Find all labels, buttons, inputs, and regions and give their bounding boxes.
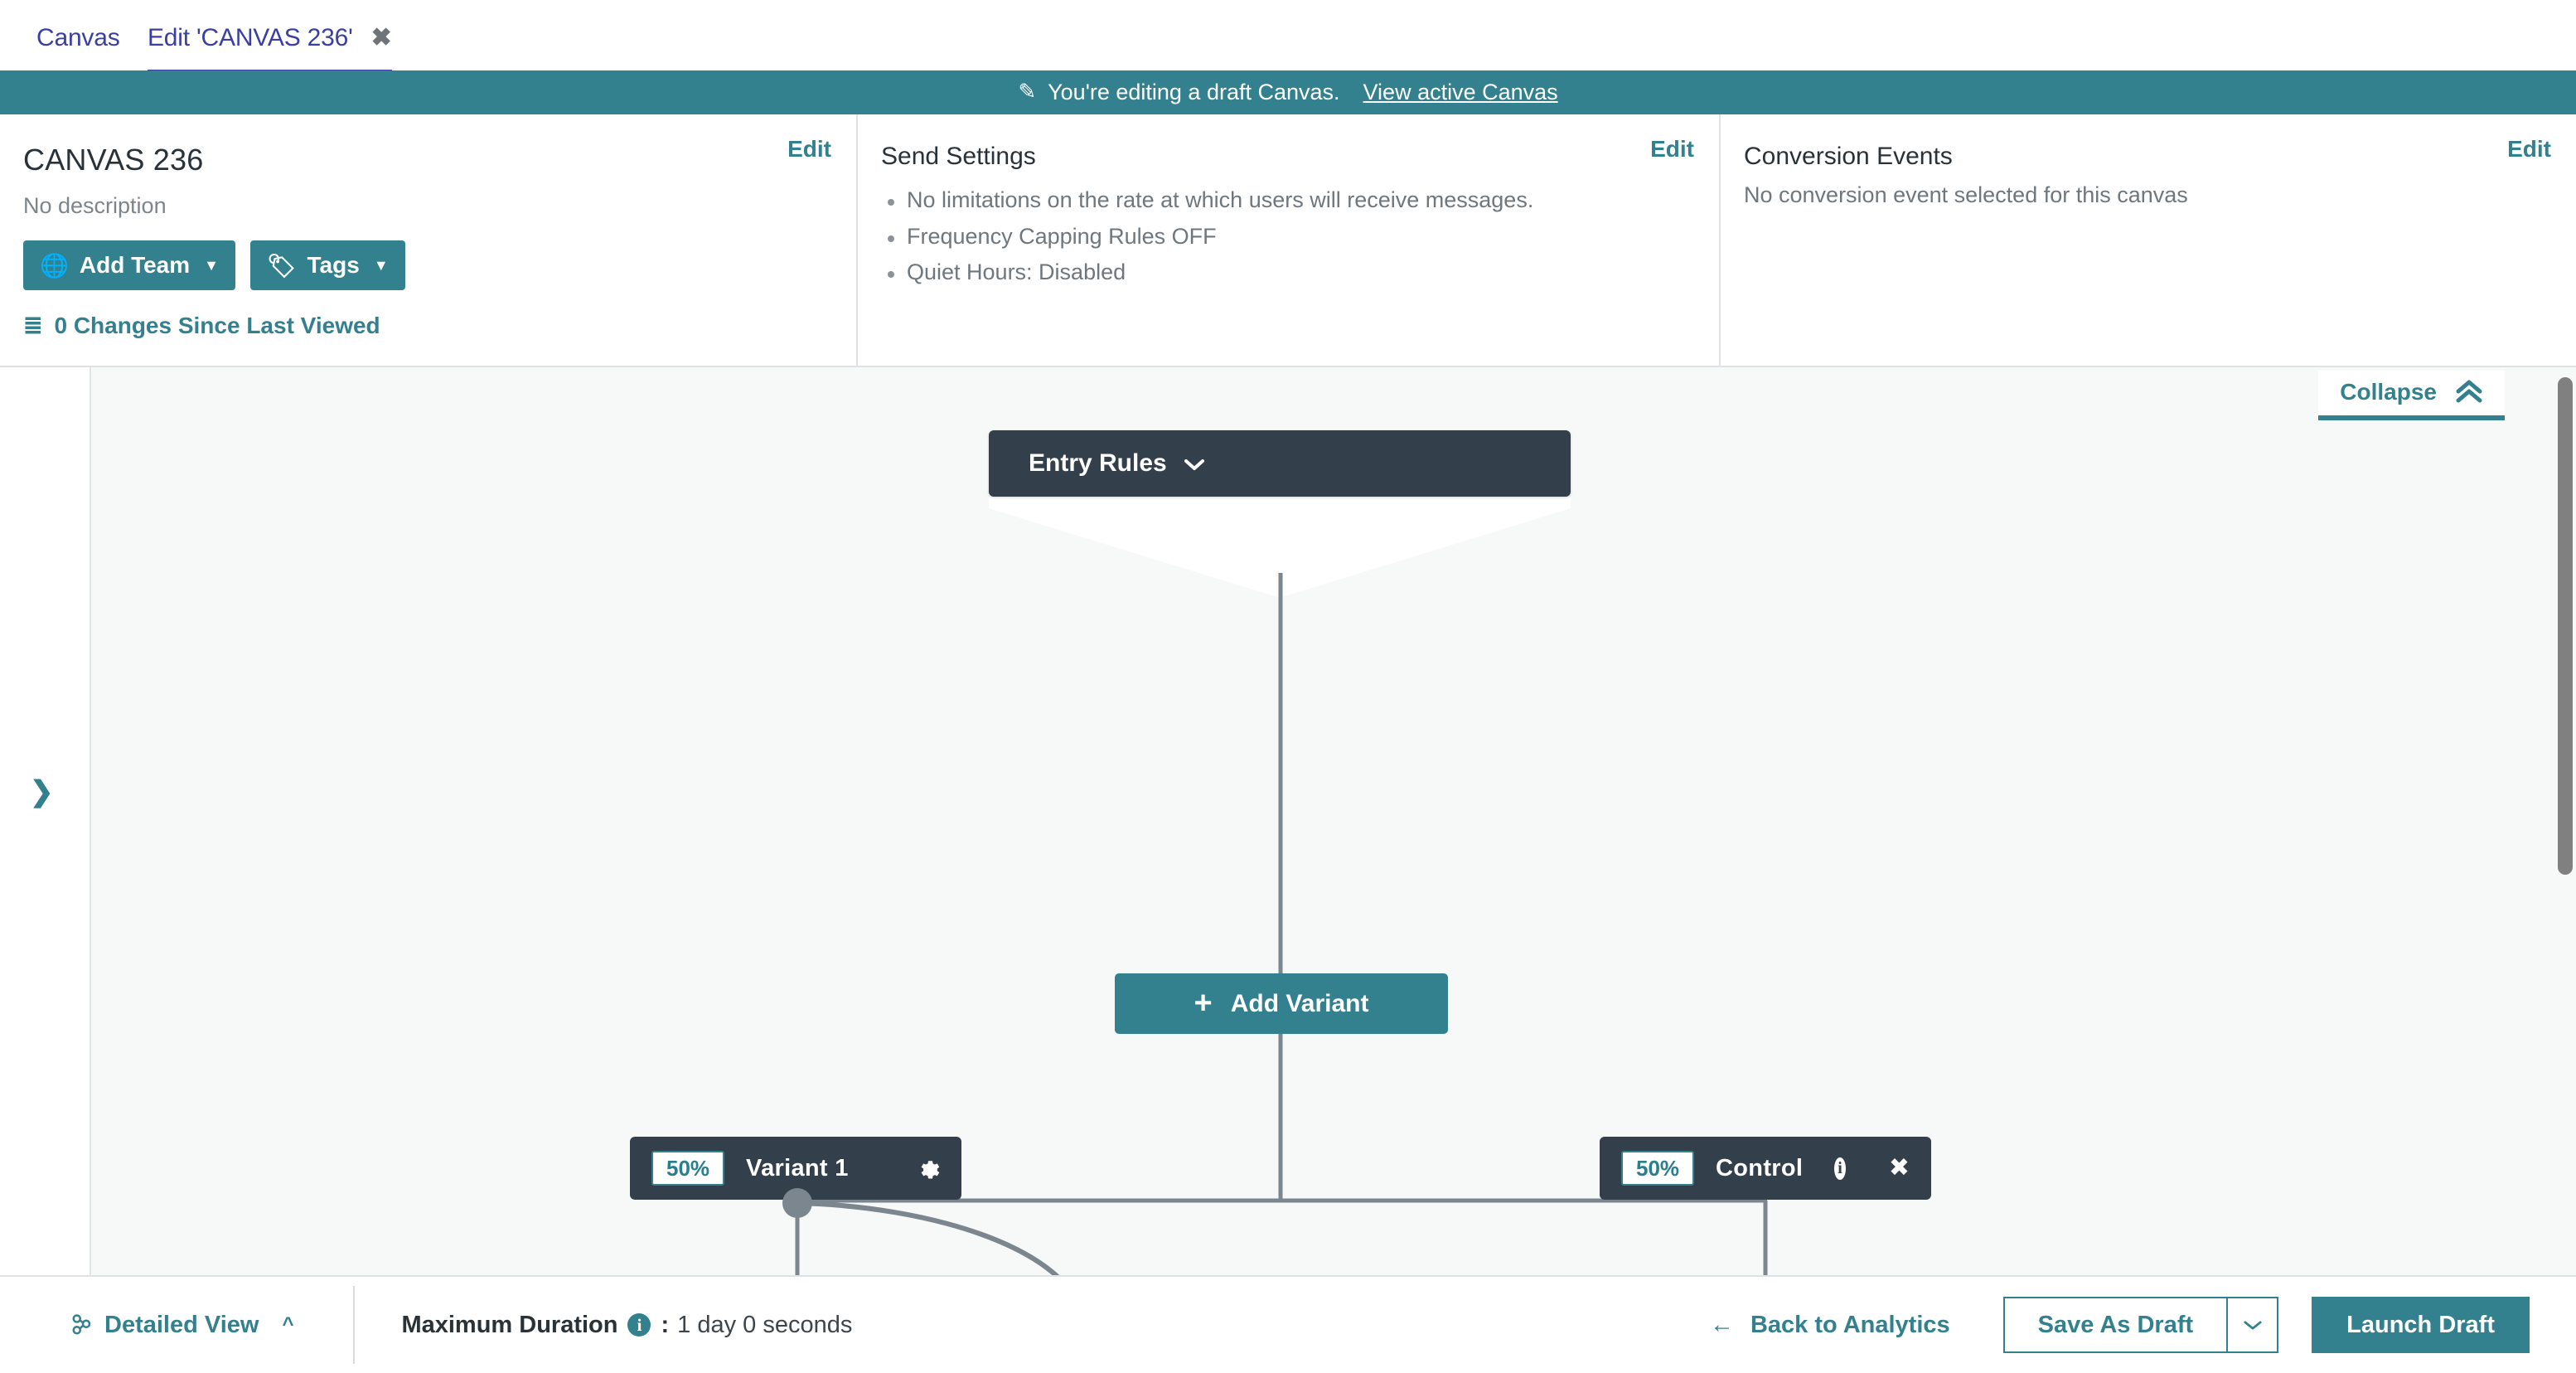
- variant-node-control[interactable]: 50% Control i ✖: [1600, 1137, 1931, 1200]
- chevron-down-icon: ▼: [373, 256, 389, 274]
- add-team-label: Add Team: [79, 252, 191, 278]
- chevron-down-icon: [1184, 459, 1204, 470]
- list-icon: ≣: [23, 313, 43, 338]
- scrollbar-thumb[interactable]: [2558, 377, 2573, 875]
- list-item: No limitations on the rate at which user…: [881, 182, 1689, 219]
- variant-name: Variant 1: [746, 1154, 849, 1181]
- summary-bar: Edit CANVAS 236 No description 🌐 Add Tea…: [0, 114, 2576, 367]
- vertical-scrollbar[interactable]: [2554, 367, 2576, 1275]
- chevron-up-icon: ^: [282, 1313, 294, 1336]
- detailed-view-label: Detailed View: [104, 1311, 259, 1338]
- divider: [353, 1286, 356, 1364]
- bottom-toolbar-actions: ← Back to Analytics Save As Draft Launch…: [1710, 1297, 2530, 1353]
- edit-send-settings-button[interactable]: Edit: [1650, 136, 1694, 163]
- edit-conversion-events-button[interactable]: Edit: [2507, 136, 2551, 163]
- launch-draft-button[interactable]: Launch Draft: [2312, 1297, 2530, 1353]
- double-chevron-up-icon: [2456, 380, 2482, 403]
- edit-canvas-button[interactable]: Edit: [787, 136, 831, 163]
- canvas-stage: ❯ Collapse Entry Rules + Add Variant 50%…: [0, 367, 2576, 1275]
- collapse-label: Collapse: [2340, 379, 2437, 405]
- pencil-icon: ✎: [1018, 79, 1037, 104]
- page-title: CANVAS 236: [23, 143, 204, 177]
- max-duration: Maximum Duration i : 1 day 0 seconds: [401, 1312, 852, 1339]
- chevron-down-icon: ▼: [204, 256, 219, 274]
- plus-icon: +: [1194, 986, 1213, 1021]
- variant-name: Control: [1716, 1154, 1804, 1181]
- conversion-events-panel: Edit Conversion Events No conversion eve…: [1721, 114, 2576, 366]
- entry-rules-node[interactable]: Entry Rules: [989, 430, 1571, 497]
- close-icon[interactable]: ✖: [371, 25, 392, 51]
- detailed-view-toggle[interactable]: Detailed View ^: [70, 1312, 293, 1339]
- add-team-button[interactable]: 🌐 Add Team ▼: [23, 240, 235, 290]
- gear-icon[interactable]: [915, 1156, 940, 1181]
- variant-connector-handle[interactable]: [782, 1188, 812, 1218]
- save-as-draft-dropdown-button[interactable]: [2227, 1297, 2279, 1353]
- info-icon[interactable]: i: [627, 1313, 651, 1337]
- close-icon[interactable]: ✖: [1889, 1156, 1910, 1181]
- conversion-events-body: No conversion event selected for this ca…: [1744, 182, 2188, 207]
- variant-percent: 50%: [1621, 1151, 1695, 1186]
- conversion-events-heading: Conversion Events: [1744, 143, 1953, 170]
- globe-icon: 🌐: [40, 252, 69, 279]
- hierarchy-icon: [72, 1314, 91, 1335]
- tab-edit-canvas-label: Edit 'CANVAS 236': [148, 23, 353, 51]
- tag-icon: 🏷: [266, 252, 297, 279]
- bottom-toolbar: Detailed View ^ Maximum Duration i : 1 d…: [0, 1275, 2576, 1373]
- max-duration-separator: :: [661, 1311, 670, 1338]
- draft-banner: ✎ You're editing a draft Canvas. View ac…: [0, 70, 2576, 114]
- back-to-analytics-label: Back to Analytics: [1750, 1311, 1950, 1338]
- changes-since-last-viewed[interactable]: ≣ 0 Changes Since Last Viewed: [23, 312, 826, 339]
- entry-rules-label: Entry Rules: [1029, 449, 1167, 477]
- tab-canvas-label: Canvas: [36, 23, 120, 51]
- tab-edit-canvas[interactable]: Edit 'CANVAS 236' ✖: [148, 0, 392, 75]
- list-item: Frequency Capping Rules OFF: [881, 219, 1689, 255]
- tags-label: Tags: [307, 252, 360, 278]
- tags-button[interactable]: 🏷 Tags ▼: [249, 240, 405, 290]
- max-duration-label: Maximum Duration: [401, 1311, 618, 1338]
- save-as-draft-button[interactable]: Save As Draft: [2002, 1297, 2228, 1353]
- changes-label: 0 Changes Since Last Viewed: [54, 312, 380, 338]
- tab-canvas[interactable]: Canvas: [36, 0, 120, 75]
- arrow-left-icon: ←: [1709, 1311, 1734, 1338]
- view-active-canvas-link[interactable]: View active Canvas: [1363, 80, 1558, 105]
- canvas-summary-panel: Edit CANVAS 236 No description 🌐 Add Tea…: [0, 114, 858, 366]
- draft-banner-message: You're editing a draft Canvas.: [1048, 80, 1340, 104]
- canvas-editor-page: Canvas Edit 'CANVAS 236' ✖ ✎ You're edit…: [0, 0, 2576, 1373]
- info-icon[interactable]: i: [1834, 1157, 1846, 1180]
- variant-percent: 50%: [651, 1151, 725, 1186]
- add-variant-button[interactable]: + Add Variant: [1115, 973, 1448, 1034]
- send-settings-heading: Send Settings: [881, 143, 1036, 170]
- chevron-down-icon: [2244, 1320, 2262, 1330]
- add-variant-label: Add Variant: [1230, 989, 1369, 1017]
- canvas-description: No description: [23, 193, 167, 218]
- send-settings-panel: Edit Send Settings No limitations on the…: [858, 114, 1721, 366]
- collapse-button[interactable]: Collapse: [2318, 371, 2505, 420]
- max-duration-value: 1 day 0 seconds: [677, 1311, 853, 1338]
- send-settings-list: No limitations on the rate at which user…: [881, 182, 1689, 291]
- graph-connectors: [795, 497, 1768, 1275]
- tab-bar: Canvas Edit 'CANVAS 236' ✖: [0, 0, 2576, 75]
- back-to-analytics-button[interactable]: ← Back to Analytics: [1710, 1312, 1950, 1339]
- save-as-draft-split-button: Save As Draft: [2002, 1297, 2279, 1353]
- list-item: Quiet Hours: Disabled: [881, 255, 1689, 291]
- canvas-action-buttons: 🌐 Add Team ▼ 🏷 Tags ▼: [23, 240, 826, 290]
